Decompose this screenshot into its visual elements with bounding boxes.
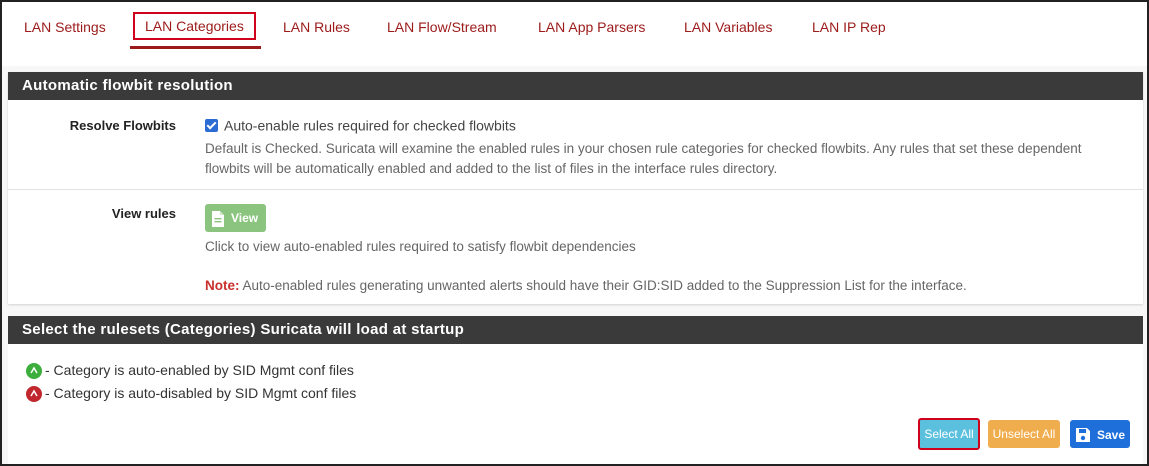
resolve-flowbits-checkbox[interactable] [205,118,218,132]
auto-enabled-icon [26,363,42,380]
select-all-button[interactable]: Select All [918,418,980,450]
tab-lan-rules[interactable]: LAN Rules [283,16,350,38]
flowbit-panel-title: Automatic flowbit resolution [8,72,1143,100]
legend-disabled-text: - Category is auto-disabled by SID Mgmt … [45,385,357,401]
view-rules-field: View Click to view auto-enabled rules re… [205,204,1123,296]
row-divider [8,189,1143,190]
legend-disabled: - Category is auto-disabled by SID Mgmt … [26,385,357,403]
resolve-flowbits-help: Default is Checked. Suricata will examin… [205,139,1123,179]
view-rules-label: View rules [111,206,176,221]
view-rules-help: Click to view auto-enabled rules require… [205,239,636,254]
legend-enabled: - Category is auto-enabled by SID Mgmt c… [26,362,354,380]
unselect-all-button[interactable]: Unselect All [988,420,1060,448]
tab-lan-app-parsers[interactable]: LAN App Parsers [538,16,645,38]
tab-lan-settings[interactable]: LAN Settings [24,16,106,38]
rulesets-panel-title: Select the rulesets (Categories) Suricat… [8,316,1143,344]
file-icon [212,210,224,227]
note-line: Note: Auto-enabled rules generating unwa… [205,276,1123,296]
tab-bar: LAN Settings LAN Categories LAN Rules LA… [2,2,1147,66]
help-line-1: Default is Checked. Suricata will examin… [205,141,1082,157]
view-button[interactable]: View [205,204,267,232]
tab-lan-variables[interactable]: LAN Variables [684,16,772,38]
view-button-label: View [231,211,259,225]
legend-enabled-text: - Category is auto-enabled by SID Mgmt c… [45,362,354,378]
tab-lan-ip-rep[interactable]: LAN IP Rep [812,16,886,38]
save-button[interactable]: Save [1070,420,1130,448]
tab-lan-categories[interactable]: LAN Categories [133,12,256,40]
save-button-label: Save [1096,427,1126,442]
resolve-flowbits-label: Resolve Flowbits [69,118,176,133]
floppy-disk-icon [1075,427,1090,442]
resolve-flowbits-checkbox-label[interactable]: Auto-enable rules required for checked f… [224,117,516,133]
active-tab-indicator [130,46,261,49]
tab-lan-flow-stream[interactable]: LAN Flow/Stream [387,16,497,38]
note-text: Auto-enabled rules generating unwanted a… [242,278,967,293]
help-line-2: flowbits will be automatically enabled a… [205,161,778,177]
note-label: Note: [205,278,240,293]
resolve-flowbits-field: Auto-enable rules required for checked f… [205,116,1123,179]
auto-disabled-icon [26,386,42,403]
flowbit-panel: Automatic flowbit resolution Resolve Flo… [8,72,1143,304]
rulesets-panel: Select the rulesets (Categories) Suricat… [8,316,1143,464]
